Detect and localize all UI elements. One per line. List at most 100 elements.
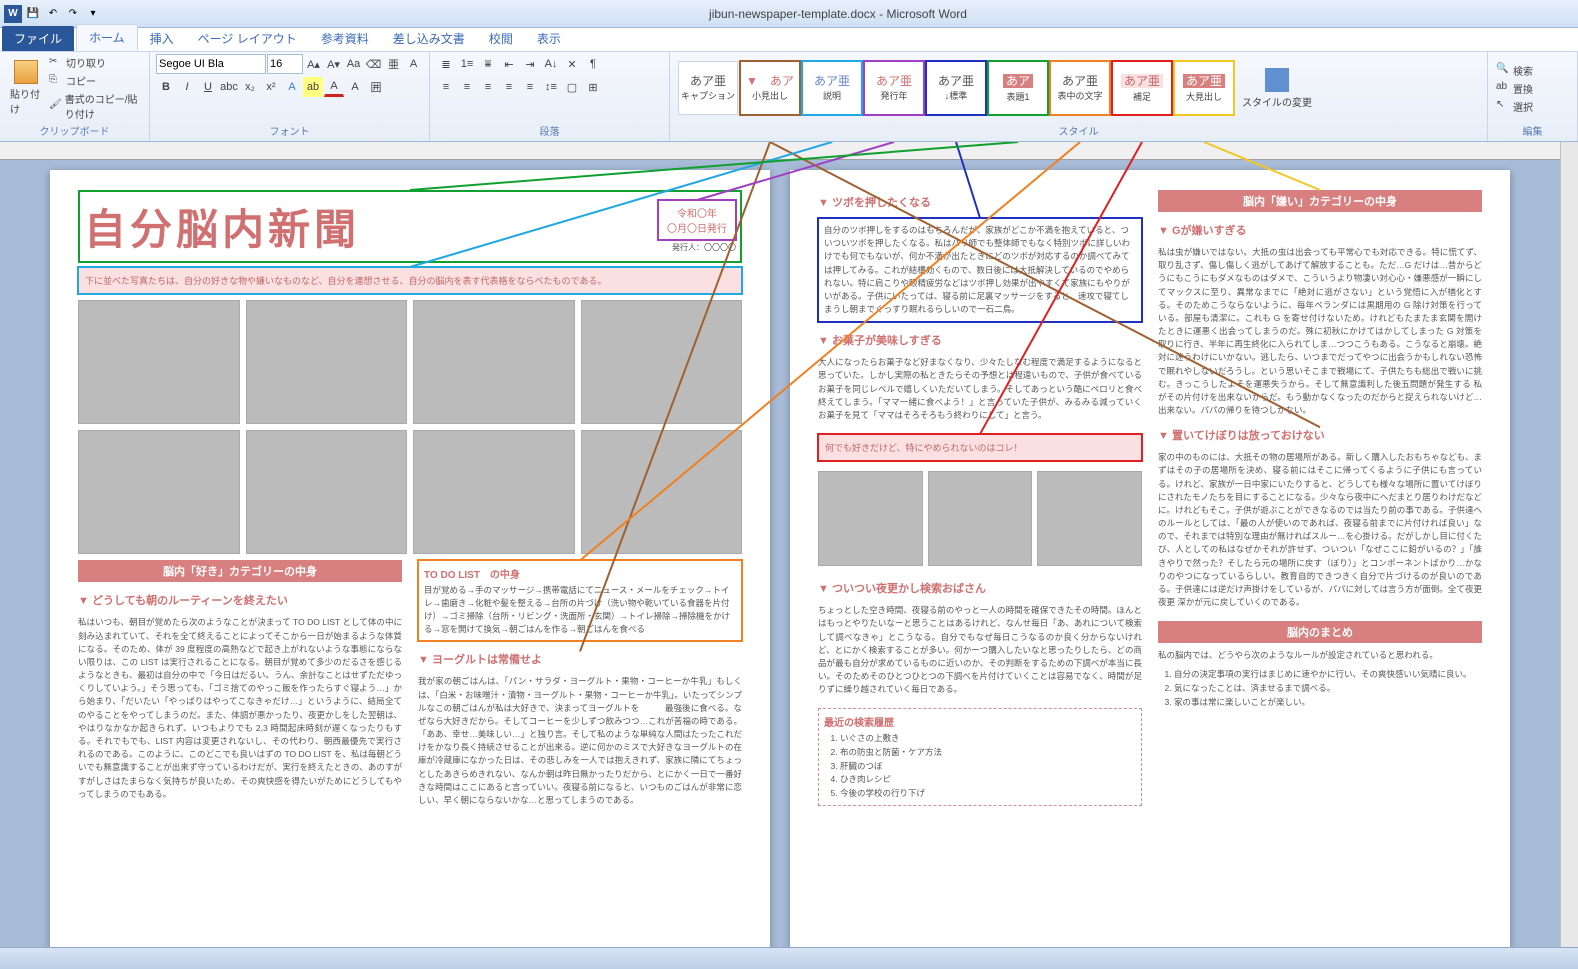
enclose-icon[interactable]: A (404, 54, 423, 74)
qat-more-icon[interactable]: ▾ (84, 5, 102, 23)
tab-review[interactable]: 校閲 (477, 26, 525, 51)
title-bar: W 💾 ↶ ↷ ▾ jibun-newspaper-template.docx … (0, 0, 1578, 28)
issue-date-2: 〇月〇日発行 (667, 220, 727, 235)
paste-button[interactable]: 貼り付け (6, 58, 45, 118)
document-area[interactable]: 自分脳内新聞 令和〇年 〇月〇日発行 発行人：〇〇〇〇 下に並べた写真たちは、自… (0, 142, 1560, 947)
clear-format-icon[interactable]: ⌫ (364, 54, 383, 74)
page-2: ツボを押したくなる 自分のツボ押しをするのはもちろんだが、家族がどこか不満を抱え… (790, 170, 1510, 947)
align-right-icon[interactable]: ≡ (478, 77, 498, 97)
change-styles-button[interactable]: スタイルの変更 (1238, 66, 1316, 111)
photo-placeholder (246, 300, 408, 424)
photo-placeholder (78, 430, 240, 554)
tab-insert[interactable]: 挿入 (138, 26, 186, 51)
select-button[interactable]: ↖選択 (1494, 98, 1535, 115)
char-border-icon[interactable]: 囲 (366, 77, 386, 97)
text-effects-icon[interactable]: A (282, 77, 302, 97)
paste-icon (14, 60, 38, 84)
photo-placeholder (78, 300, 240, 424)
style-キャプション[interactable]: あア亜キャプション (678, 61, 738, 115)
tab-layout[interactable]: ページ レイアウト (186, 26, 309, 51)
copy-icon: ⎘ (49, 74, 63, 88)
font-name-select[interactable] (156, 54, 266, 74)
strike-icon[interactable]: abc (219, 77, 239, 97)
snack-caption: 何でも好きだけど、特にやめられないのはコレ！ (825, 443, 1023, 453)
decrease-indent-icon[interactable]: ⇤ (499, 54, 519, 74)
increase-indent-icon[interactable]: ⇥ (520, 54, 540, 74)
multilevel-icon[interactable]: ⩸ (478, 54, 498, 74)
show-marks-icon[interactable]: ¶ (583, 54, 603, 74)
find-button[interactable]: 🔍検索 (1494, 62, 1535, 79)
grow-font-icon[interactable]: A▴ (304, 54, 323, 74)
style-gallery[interactable]: あア亜キャプション▼ あア小見出しあア亜説明あア亜発行年あア亜↓標準あア表題1あ… (676, 59, 1236, 117)
phonetic-icon[interactable]: 亜 (384, 54, 403, 74)
save-icon[interactable]: 💾 (24, 5, 42, 23)
photo-placeholder (818, 471, 923, 566)
numbering-icon[interactable]: 1≡ (457, 54, 477, 74)
group-sty: スタイル (676, 122, 1481, 139)
line-spacing-icon[interactable]: ↕≡ (541, 77, 561, 97)
style-表中の文字[interactable]: あア亜表中の文字 (1050, 61, 1110, 115)
align-left-icon[interactable]: ≡ (436, 77, 456, 97)
subscript-icon[interactable]: x₂ (240, 77, 260, 97)
window-title: jibun-newspaper-template.docx - Microsof… (102, 7, 1574, 21)
superscript-icon[interactable]: x² (261, 77, 281, 97)
underline-icon[interactable]: U (198, 77, 218, 97)
style-表題1[interactable]: あア表題1 (988, 61, 1048, 115)
borders-icon[interactable]: ⊞ (583, 77, 603, 97)
cut-button[interactable]: ✂切り取り (47, 54, 143, 71)
change-styles-icon (1265, 68, 1289, 92)
brush-icon: 🖌 (49, 99, 62, 113)
shading-icon[interactable]: ▢ (562, 77, 582, 97)
shrink-font-icon[interactable]: A▾ (324, 54, 343, 74)
sort-icon[interactable]: A↓ (541, 54, 561, 74)
masthead-title: 自分脳内新聞 (84, 196, 650, 257)
tab-file[interactable]: ファイル (2, 26, 74, 51)
italic-icon[interactable]: I (177, 77, 197, 97)
app-icon: W (4, 5, 22, 23)
group-paragraph-label: 段落 (436, 122, 663, 139)
scrollbar-vertical[interactable] (1560, 142, 1578, 947)
recent-title: 最近の検索履歴 (824, 714, 1136, 729)
summary-list: 自分の決定事項の実行はまじめに速やかに行い、その爽快感いい気晴に良い。気になった… (1158, 668, 1482, 709)
section-like: 脳内「好き」カテゴリーの中身 (78, 560, 402, 582)
undo-icon[interactable]: ↶ (44, 5, 62, 23)
char-shading-icon[interactable]: A (345, 77, 365, 97)
replace-button[interactable]: ab置換 (1494, 80, 1535, 97)
style-説明[interactable]: あア亜説明 (802, 61, 862, 115)
cut-icon: ✂ (49, 56, 63, 70)
status-bar (0, 947, 1578, 969)
font-color-icon[interactable]: A (324, 77, 344, 97)
tab-references[interactable]: 参考資料 (309, 26, 381, 51)
ruler-horizontal[interactable] (0, 142, 1560, 160)
style-大見出し[interactable]: あア亜大見出し (1174, 61, 1234, 115)
bullets-icon[interactable]: ≣ (436, 54, 456, 74)
tab-mailings[interactable]: 差し込み文書 (381, 26, 477, 51)
asian-layout-icon[interactable]: ✕ (562, 54, 582, 74)
distribute-icon[interactable]: ≡ (520, 77, 540, 97)
style-↓標準[interactable]: あア亜↓標準 (926, 61, 986, 115)
publisher: 発行人：〇〇〇〇 (658, 242, 736, 253)
copy-button[interactable]: ⎘コピー (47, 72, 143, 89)
body-okashi: 大人になったらお菓子など好まなくなり、少々たしなむ程度で満足するようになると思っ… (818, 356, 1142, 422)
format-painter-button[interactable]: 🖌書式のコピー/貼り付け (47, 90, 143, 122)
change-case-icon[interactable]: Aa (344, 54, 363, 74)
select-icon: ↖ (1496, 99, 1510, 113)
tab-view[interactable]: 表示 (525, 26, 573, 51)
body-g: 私は虫が嫌いではない。大抵の虫は出会っても平常心でも対応できる。特に慌てず、取り… (1158, 246, 1482, 417)
font-size-select[interactable] (267, 54, 303, 74)
style-補足[interactable]: あア亜補足 (1112, 61, 1172, 115)
align-center-icon[interactable]: ≡ (457, 77, 477, 97)
highlight-icon[interactable]: ab (303, 77, 323, 97)
photo-placeholder (581, 300, 743, 424)
justify-icon[interactable]: ≡ (499, 77, 519, 97)
section-summary: 脳内のまとめ (1158, 621, 1482, 643)
style-小見出し[interactable]: ▼ あア小見出し (740, 61, 800, 115)
redo-icon[interactable]: ↷ (64, 5, 82, 23)
style-発行年[interactable]: あア亜発行年 (864, 61, 924, 115)
body-oite: 家の中のものには、大抵その物の居場所がある。新しく購入したおもちゃなども、まずは… (1158, 451, 1482, 609)
replace-icon: ab (1496, 81, 1510, 95)
tab-home[interactable]: ホーム (76, 24, 138, 51)
bold-icon[interactable]: B (156, 77, 176, 97)
photo-placeholder (928, 471, 1033, 566)
ribbon-tabs: ファイル ホーム 挿入 ページ レイアウト 参考資料 差し込み文書 校閲 表示 (0, 28, 1578, 52)
